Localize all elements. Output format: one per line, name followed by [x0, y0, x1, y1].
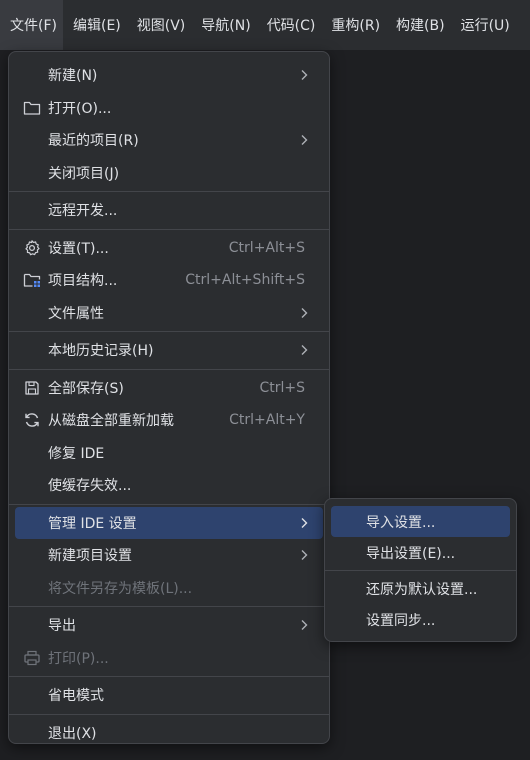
chevron-right-icon	[299, 549, 309, 561]
menu-item-settings[interactable]: 设置(T)... Ctrl+Alt+S	[15, 232, 323, 265]
menu-separator	[9, 191, 329, 192]
shortcut-label: Ctrl+Alt+Shift+S	[185, 272, 305, 289]
menu-item-recent-projects[interactable]: 最近的项目(R)	[15, 124, 323, 157]
menu-item-save-as-template: 将文件另存为模板(L)...	[48, 580, 193, 597]
menu-item-project-structure[interactable]: 项目结构... Ctrl+Alt+Shift+S	[15, 264, 323, 297]
file-menu: 新建(N) 打开(O)... 最近的项目(R) 关闭项目(J) 远程开发... …	[8, 51, 330, 744]
menu-item-export[interactable]: 导出	[15, 609, 323, 642]
menu-separator	[325, 570, 516, 571]
menu-item-new[interactable]: 新建(N)	[15, 59, 323, 92]
menu-navigate[interactable]: 导航(N)	[191, 0, 256, 50]
menu-item-power-save-mode[interactable]: 省电模式	[15, 679, 323, 712]
menu-item-remote-development[interactable]: 远程开发...	[15, 194, 323, 227]
shortcut-label: Ctrl+Alt+Y	[229, 412, 305, 429]
menu-item-reload-from-disk[interactable]: 从磁盘全部重新加载 Ctrl+Alt+Y	[15, 404, 323, 437]
menu-item-manage-ide-settings[interactable]: 管理 IDE 设置	[15, 506, 323, 539]
menu-code[interactable]: 代码(C)	[257, 0, 322, 50]
save-icon	[23, 379, 41, 397]
chevron-right-icon	[299, 134, 309, 146]
menu-separator	[9, 503, 329, 505]
chevron-right-icon	[299, 69, 309, 81]
chevron-right-icon	[299, 619, 309, 631]
menu-item-local-history[interactable]: 本地历史记录(H)	[15, 334, 323, 367]
chevron-right-icon	[299, 307, 309, 319]
printer-icon	[23, 649, 41, 667]
shortcut-label: Ctrl+S	[259, 379, 305, 396]
project-structure-icon	[23, 271, 41, 289]
menu-separator	[9, 606, 329, 607]
menu-file[interactable]: 文件(F)	[0, 0, 63, 50]
menu-item-exit[interactable]: 退出(X)	[15, 717, 323, 750]
menu-item-file-properties[interactable]: 文件属性	[15, 297, 323, 330]
menu-separator	[9, 228, 329, 230]
menubar: 文件(F) 编辑(E) 视图(V) 导航(N) 代码(C) 重构(R) 构建(B…	[0, 0, 530, 51]
menu-item-open[interactable]: 打开(O)...	[15, 92, 323, 125]
gear-icon	[23, 239, 41, 257]
menu-view[interactable]: 视图(V)	[127, 0, 192, 50]
menu-build[interactable]: 构建(B)	[386, 0, 451, 50]
menu-separator	[9, 331, 329, 332]
submenu-item-import-settings[interactable]: 导入设置...	[331, 506, 510, 537]
chevron-right-icon	[299, 344, 309, 356]
menu-separator	[9, 676, 329, 677]
menu-refactor[interactable]: 重构(R)	[321, 0, 386, 50]
menu-item-repair-ide[interactable]: 修复 IDE	[15, 437, 323, 470]
folder-icon	[23, 99, 41, 117]
manage-ide-settings-submenu: 导入设置... 导出设置(E)... 还原为默认设置... 设置同步...	[324, 498, 517, 642]
menu-item-print: 打印(P)...	[15, 642, 323, 675]
menu-item-save-all[interactable]: 全部保存(S) Ctrl+S	[15, 372, 323, 405]
menu-item-new-project-settings[interactable]: 新建项目设置	[15, 539, 323, 572]
reload-icon	[23, 411, 41, 429]
submenu-item-export-settings[interactable]: 导出设置(E)...	[331, 537, 510, 568]
submenu-item-settings-sync[interactable]: 设置同步...	[331, 604, 510, 635]
shortcut-label: Ctrl+Alt+S	[228, 239, 305, 256]
submenu-item-restore-defaults[interactable]: 还原为默认设置...	[331, 573, 510, 604]
menu-run[interactable]: 运行(U)	[451, 0, 516, 50]
menu-item-close-project[interactable]: 关闭项目(J)	[15, 157, 323, 190]
menu-item-invalidate-caches[interactable]: 使缓存失效...	[15, 469, 323, 502]
menu-separator	[9, 368, 329, 370]
menu-edit[interactable]: 编辑(E)	[63, 0, 127, 50]
chevron-right-icon	[299, 517, 309, 529]
menu-separator	[9, 713, 329, 715]
